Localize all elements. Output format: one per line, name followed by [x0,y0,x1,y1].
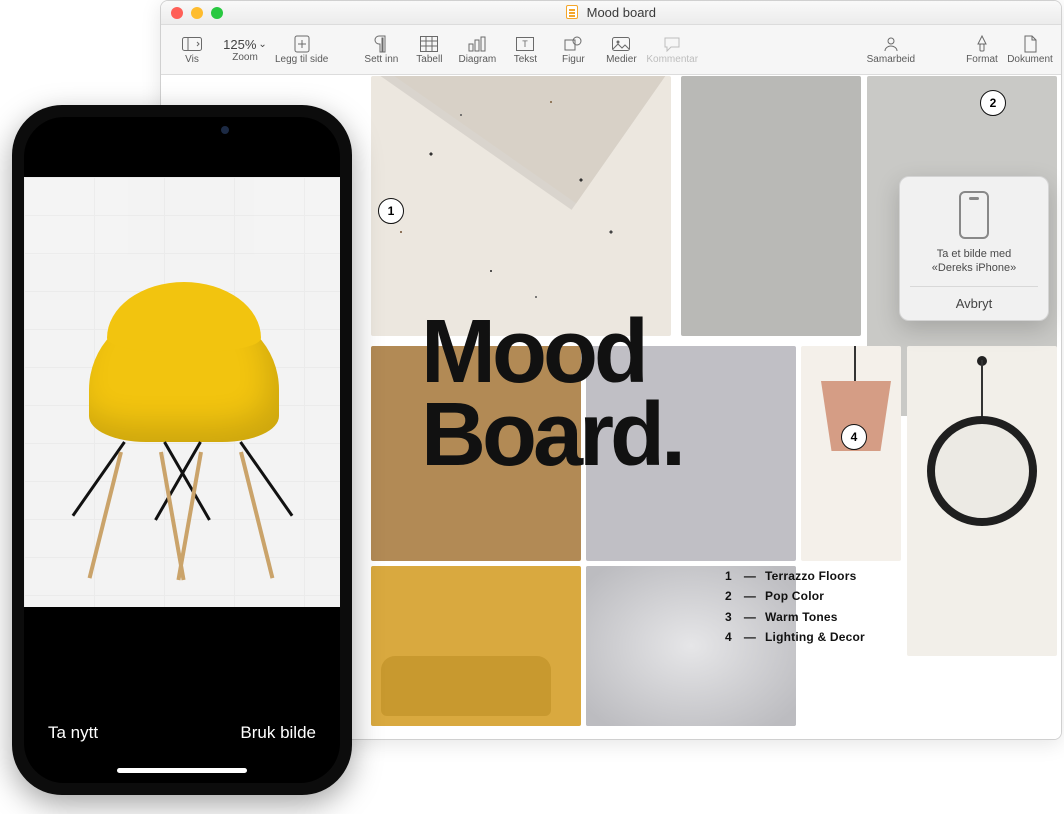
view-icon [182,34,202,54]
pilcrow-icon [371,34,391,54]
badge-4: 4 [841,424,867,450]
iphone-screen: Ta nytt Bruk bilde [24,117,340,783]
comment-label: Kommentar [646,54,698,65]
moodboard-heading[interactable]: Mood Board. [421,311,682,477]
brush-icon [972,34,992,54]
media-label: Medier [606,54,637,65]
legend-row: 1— Terrazzo Floors [725,566,895,586]
comment-icon [662,34,682,54]
text-label: Tekst [514,54,537,65]
table-label: Tabell [416,54,442,65]
view-label: Vis [185,54,199,65]
zoom-value: 125% ⌄ [223,37,267,52]
shape-icon [563,34,583,54]
iphone-outline-icon [959,191,989,239]
fullscreen-window-button[interactable] [211,7,223,19]
window-title-text: Mood board [587,5,656,20]
tile-mirror[interactable] [907,346,1057,656]
format-label: Format [966,54,998,65]
window-title: Mood board [161,5,1061,20]
text-button[interactable]: T Tekst [502,27,548,73]
collaborate-icon [881,34,901,54]
camera-preview[interactable] [24,177,340,607]
document-icon [1020,34,1040,54]
collaborate-button[interactable]: Samarbeid [867,27,915,73]
chevron-down-icon: ⌄ [258,39,266,50]
home-indicator[interactable] [117,768,247,773]
close-window-button[interactable] [171,7,183,19]
document-label: Dokument [1007,54,1053,65]
popover-cancel-button[interactable]: Avbryt [910,286,1038,320]
tile-sofa[interactable] [371,566,581,726]
heading-line1: Mood [421,311,682,394]
tile-concrete-1[interactable] [681,76,861,336]
badge-2: 2 [980,90,1006,116]
yellow-chair-photo [79,272,289,572]
shape-label: Figur [562,54,585,65]
iphone-device: Ta nytt Bruk bilde [12,105,352,795]
popover-message: Ta et bilde med «Dereks iPhone» [910,247,1038,286]
add-page-button[interactable]: Legg til side [275,27,328,73]
tile-lamp[interactable] [801,346,901,561]
pages-doc-icon [566,5,578,19]
plus-page-icon [292,34,312,54]
titlebar: Mood board [161,1,1061,25]
chart-label: Diagram [458,54,496,65]
iphone-notch [107,117,257,143]
insert-label: Sett inn [364,54,398,65]
zoom-label: Zoom [232,52,258,63]
view-button[interactable]: Vis [169,27,215,73]
collaborate-label: Samarbeid [867,54,915,65]
heading-line2: Board. [421,394,682,477]
format-button[interactable]: Format [959,27,1005,73]
legend-label: Lighting & Decor [765,627,865,647]
comment-button[interactable]: Kommentar [646,27,698,73]
legend-label: Pop Color [765,586,824,606]
camera-action-bar: Ta nytt Bruk bilde [24,723,340,743]
badge-1: 1 [378,198,404,224]
use-photo-button[interactable]: Bruk bilde [240,723,316,743]
chart-button[interactable]: Diagram [454,27,500,73]
chart-icon [467,34,487,54]
shape-button[interactable]: Figur [550,27,596,73]
minimize-window-button[interactable] [191,7,203,19]
tile-terrazzo[interactable] [371,76,671,336]
document-button[interactable]: Dokument [1007,27,1053,73]
mirror-hanger [981,360,983,418]
retake-button[interactable]: Ta nytt [48,723,98,743]
legend-list: 1— Terrazzo Floors 2— Pop Color 3— Warm … [725,566,895,648]
add-page-label: Legg til side [275,54,328,65]
legend-row: 3— Warm Tones [725,607,895,627]
legend-label: Warm Tones [765,607,838,627]
insert-button[interactable]: Sett inn [358,27,404,73]
legend-row: 4— Lighting & Decor [725,627,895,647]
legend-row: 2— Pop Color [725,586,895,606]
svg-text:T: T [523,39,529,49]
textbox-icon: T [515,34,535,54]
continuity-camera-popover: Ta et bilde med «Dereks iPhone» Avbryt [899,176,1049,321]
table-icon [419,34,439,54]
media-button[interactable]: Medier [598,27,644,73]
round-mirror-icon [927,416,1037,526]
lamp-cord [854,346,856,382]
media-icon [611,34,631,54]
table-button[interactable]: Tabell [406,27,452,73]
legend-label: Terrazzo Floors [765,566,856,586]
toolbar: Vis 125% ⌄ Zoom Legg til side Sett inn [161,25,1061,75]
traffic-lights [161,7,223,19]
zoom-dropdown[interactable]: 125% ⌄ Zoom [217,27,273,73]
